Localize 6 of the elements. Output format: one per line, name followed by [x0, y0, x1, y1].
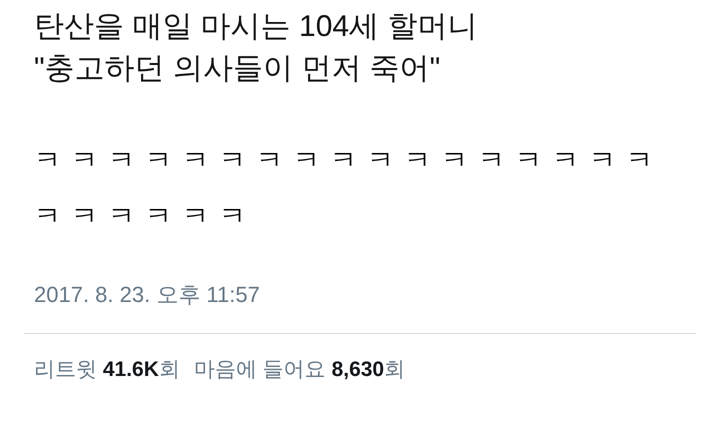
tweet-text: ㅋㅋㅋㅋㅋㅋㅋㅋㅋㅋㅋㅋㅋㅋㅋㅋㅋㅋㅋㅋㅋㅋㅋ	[34, 144, 664, 233]
tweet-headline: 탄산을 매일 마시는 104세 할머니	[34, 9, 478, 45]
timestamp: 2017. 8. 23. 오후 11:57	[34, 281, 261, 309]
engagement-count: 마음에 들어요 8,630회	[194, 357, 406, 383]
tweet-headline: "충고하던 의사들이 먼저 죽어"	[34, 51, 442, 87]
engagement-count: 리트윗 41.6K회	[34, 357, 180, 383]
